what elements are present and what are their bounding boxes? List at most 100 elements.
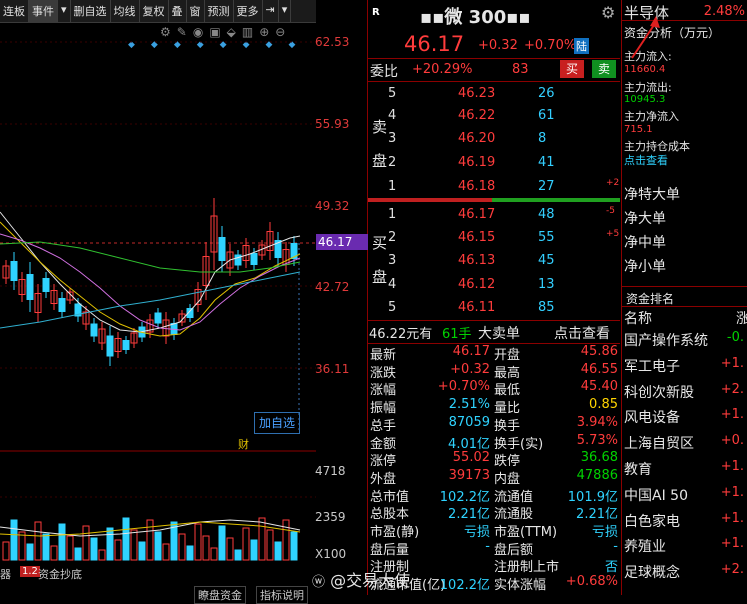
rank-sector-pct: +2. — [720, 381, 744, 397]
candle-body — [90, 323, 98, 337]
stat-value: 0.85 — [589, 397, 618, 413]
rank-sector-name: 白色家电 — [624, 513, 680, 530]
buy-button[interactable]: 买 — [560, 60, 584, 78]
rank-row[interactable]: 中国AI 50 +1. — [624, 485, 744, 510]
kline-chart-panel[interactable]: 连板 事件 ▾ 删自选 均线 复权 叠 窗 预测 更多 ⇥ ▾ ⚙✎◉▣⬙▥⊕⊖… — [0, 0, 368, 604]
add-to-watchlist-button[interactable]: 加自选 — [254, 412, 300, 434]
stat-value: 55.02 — [452, 450, 490, 466]
volume-bar — [2, 541, 10, 561]
level-volume: 41 — [538, 155, 555, 170]
volume-bar — [202, 535, 210, 561]
big-order-view-link[interactable]: 点击查看 — [554, 323, 610, 343]
sell-level-3[interactable]: 3 46.20 8 — [368, 127, 620, 149]
tab-capital-bottom[interactable]: 资金抄底 — [38, 566, 82, 582]
level-price: 46.13 — [458, 253, 496, 268]
rank-row[interactable]: 科创次新股 +2. — [624, 382, 744, 407]
toolbar-collapse-icon[interactable]: ⇥ — [263, 0, 279, 22]
volume-bar — [130, 529, 138, 561]
stat-label: 振幅 — [370, 401, 397, 417]
toolbar-ma[interactable]: 均线 — [111, 0, 140, 22]
sell-level-5[interactable]: 5 46.23 26 — [368, 82, 620, 104]
stat-value: 102.2亿 — [439, 578, 490, 594]
stat-label: 最低 — [494, 383, 521, 399]
tab-indicator[interactable]: 器 — [0, 566, 11, 582]
candle-body — [42, 278, 50, 292]
quote-panel: R ▪▪微 300▪▪ ⚙ 46.17 +0.32 +0.70% 陆 委比 +2… — [312, 0, 622, 595]
stat-value: 2.21亿 — [576, 507, 618, 523]
buy-level-3[interactable]: 3 46.13 45 — [368, 249, 620, 271]
sell-button[interactable]: 卖 — [592, 60, 616, 78]
candlestick-series — [2, 198, 298, 366]
price-axis-label: 49.32 — [315, 199, 350, 213]
toolbar-more-dropdown[interactable]: ▾ — [279, 0, 292, 22]
rank-row[interactable]: 白色家电 +1. — [624, 511, 744, 536]
candle-body — [26, 274, 34, 300]
toolbar-lianban[interactable]: 连板 — [0, 0, 29, 22]
rank-sector-name: 科创次新股 — [624, 384, 694, 401]
stat-label: 总股本 — [370, 507, 410, 523]
weibi-value: +20.29% — [412, 62, 473, 77]
rank-row[interactable]: 上海自贸区 +0. — [624, 433, 744, 458]
rank-change-header[interactable]: 涨 — [736, 308, 747, 328]
candle-body — [10, 261, 18, 281]
volume-bar — [186, 545, 194, 561]
rank-sector-pct: +0. — [720, 433, 744, 449]
stat-value: 46.55 — [580, 361, 618, 377]
stat-value: 5.73% — [576, 432, 618, 448]
level-volume: 48 — [538, 207, 555, 222]
settings-gear-icon[interactable]: ⚙ — [601, 3, 615, 22]
buy-level-5[interactable]: 5 46.11 85 — [368, 296, 620, 318]
rank-sector-name: 军工电子 — [624, 358, 680, 375]
volume-bar — [290, 531, 298, 561]
volume-axis-label: 2359 — [315, 510, 346, 524]
main-cost-view-link[interactable]: 点击查看 — [624, 152, 668, 168]
toolbar-more[interactable]: 更多 — [234, 0, 263, 22]
sell-level-4[interactable]: 4 46.22 61 — [368, 104, 620, 126]
toolbar-overlay[interactable]: 叠 — [169, 0, 187, 22]
stat-label: 开盘 — [494, 348, 521, 363]
sell-level-2[interactable]: 2 46.19 41 — [368, 151, 620, 173]
candle-body — [218, 237, 226, 261]
rank-sector-name: 教育 — [624, 462, 652, 478]
indicator-help-button[interactable]: 指标说明 — [256, 586, 308, 604]
stat-label: 盘后额 — [494, 542, 534, 558]
rank-sector-name: 中国AI 50 — [624, 487, 688, 504]
rank-row[interactable]: 风电设备 +1. — [624, 407, 744, 432]
toolbar-events[interactable]: 事件 — [29, 0, 58, 22]
toolbar-forecast[interactable]: 预测 — [205, 0, 234, 22]
stat-label: 涨跌 — [370, 365, 397, 381]
stat-value: 2.21亿 — [448, 507, 490, 523]
toolbar-remove-watch[interactable]: 删自选 — [71, 0, 111, 22]
rank-name-header[interactable]: 名称 — [624, 308, 652, 328]
buy-level-1[interactable]: 1 46.17 48 -5 — [368, 203, 620, 225]
toolbar-window[interactable]: 窗 — [187, 0, 205, 22]
level-price: 46.15 — [458, 230, 496, 245]
sell-level-1[interactable]: 1 46.18 27 +2 — [368, 175, 620, 197]
toolbar-adjust[interactable]: 复权 — [140, 0, 169, 22]
level-num: 2 — [388, 155, 397, 170]
main-net-inflow-value: 715.1 — [624, 124, 653, 135]
stat-value: +0.32 — [450, 361, 490, 377]
buy-level-2[interactable]: 2 46.15 55 +5 — [368, 226, 620, 248]
rank-row[interactable]: 教育 +1. — [624, 459, 744, 484]
stat-label: 涨幅 — [370, 383, 397, 399]
capital-monitor-button[interactable]: 瞭盘资金 — [194, 586, 246, 604]
current-price-tag: 46.17 — [316, 234, 368, 250]
net-small-order: 净小单 — [624, 259, 666, 275]
toolbar-events-dropdown[interactable]: ▾ — [58, 0, 71, 22]
volume-bar — [66, 535, 74, 561]
rank-row[interactable]: 国产操作系统 -0. — [624, 330, 744, 355]
rank-row[interactable]: 足球概念 +2. — [624, 562, 744, 587]
weibi-row: 委比 +20.29% 83 买 卖 — [368, 58, 620, 82]
level-volume: 8 — [538, 131, 547, 146]
level-volume: 61 — [538, 108, 555, 123]
level-num: 2 — [388, 230, 397, 245]
rank-row[interactable]: 养殖业 +1. — [624, 536, 744, 561]
net-medium-order: 净中单 — [624, 235, 666, 251]
stat-value: 46.17 — [452, 344, 490, 359]
buy-level-4[interactable]: 4 46.12 13 — [368, 273, 620, 295]
level-num: 3 — [388, 131, 397, 146]
rank-row[interactable]: 军工电子 +1. — [624, 356, 744, 381]
earnings-event-marker[interactable]: 财 — [238, 436, 249, 452]
volume-bar — [98, 549, 106, 561]
